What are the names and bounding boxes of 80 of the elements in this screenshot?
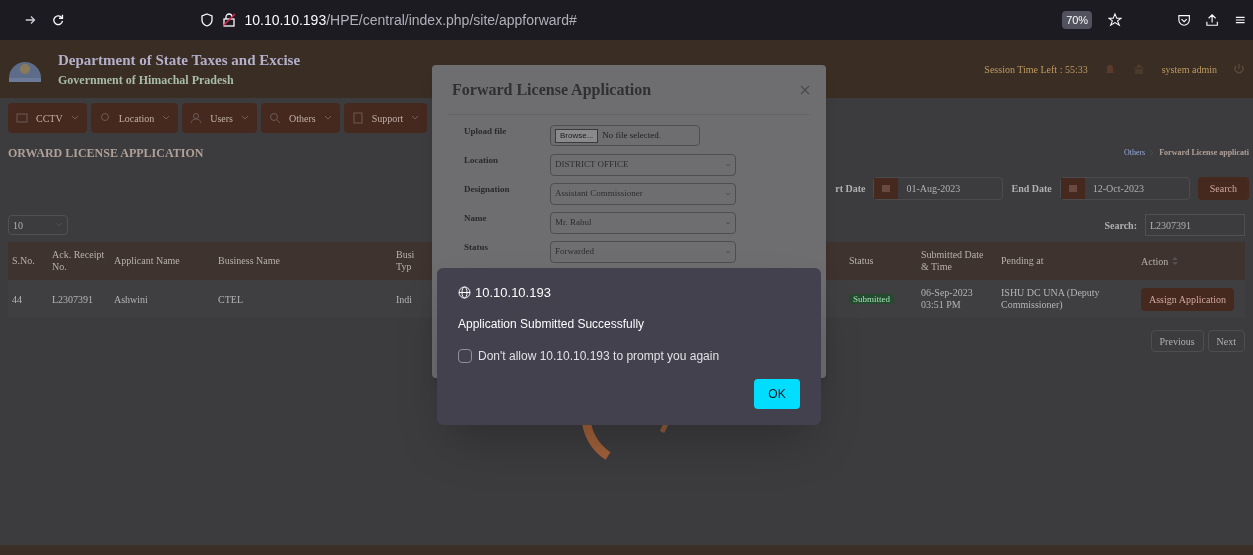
chevron-down-icon (725, 249, 731, 255)
pocket-icon[interactable] (1178, 13, 1191, 27)
column-header[interactable]: S.No. (8, 254, 48, 268)
column-header[interactable]: Applicant Name (110, 254, 214, 268)
chevron-down-icon (323, 114, 332, 122)
status-badge: Submitted (849, 294, 894, 305)
table-cell-text: L2307391 (51, 292, 95, 307)
column-header[interactable]: Submitted Date & Time (917, 248, 997, 274)
table-cell-text: CTEL (217, 292, 244, 307)
alert-origin: 10.10.10.193 (475, 284, 551, 302)
chevron-down-icon (725, 191, 731, 197)
checkbox-label[interactable]: Don't allow 10.10.10.193 to prompt you again (478, 346, 720, 365)
table-cell-text: 44 (11, 292, 23, 307)
field-label: Name (464, 212, 488, 225)
menu-icon[interactable] (1234, 14, 1245, 26)
date-field[interactable]: 12-Oct-2023 (1059, 176, 1190, 200)
search-label: Search: (1104, 218, 1137, 233)
address-bar-url[interactable]: 10.10.10.193/HPE/central/index.php/site/appforward# (244, 9, 577, 31)
alert-message: Application Submitted Successfully (458, 315, 646, 333)
star-icon[interactable] (1108, 12, 1123, 28)
search-icon (269, 112, 281, 124)
field-label: Designation (464, 183, 511, 196)
checkbox[interactable] (458, 348, 472, 363)
nav-menu-button[interactable]: Users (182, 103, 257, 133)
nav-menu-button[interactable]: CCTV (8, 103, 87, 133)
column-header[interactable]: Status (845, 254, 917, 268)
field-label: Upload file (464, 125, 508, 138)
table-cell-text: Ashwini (113, 292, 149, 307)
chevron-down-icon (411, 114, 420, 122)
chevron-down-icon (241, 114, 249, 122)
forward-arrow-icon[interactable] (24, 13, 37, 27)
modal-title: Forward License Application (452, 79, 652, 101)
globe-icon (458, 286, 471, 300)
pagination-button[interactable]: Previous (1150, 330, 1204, 352)
session-timer: Session Time Left : 55:33 (984, 62, 1088, 77)
zoom-level-badge[interactable]: 70% (1062, 10, 1093, 30)
users-icon (190, 112, 203, 124)
column-header[interactable]: Busi Typ (392, 248, 432, 274)
table-cell-text: ISHU DC UNA (Deputy Commissioner) (1000, 286, 1101, 312)
breadcrumb-link[interactable]: Others (1123, 147, 1146, 159)
page-length-select[interactable]: 10 (8, 215, 68, 235)
page-title: ORWARD LICENSE APPLICATION (8, 145, 204, 162)
column-header[interactable]: Action (1141, 253, 1169, 269)
shield-icon[interactable] (200, 13, 215, 27)
date-label: End Date (1011, 181, 1052, 196)
field-label: Status (464, 241, 489, 254)
column-header[interactable]: Ack. Receipt No. (48, 248, 110, 274)
nav-menu-button[interactable]: Location (90, 103, 179, 133)
pagination-button[interactable]: Next (1207, 330, 1245, 352)
chevron-down-icon (162, 114, 171, 122)
calendar-icon (1067, 183, 1078, 193)
file-upload-field[interactable]: Browse... No file selected. (550, 125, 700, 146)
chevron-down-icon (725, 162, 731, 168)
assign-application-button[interactable]: Assign Application (1141, 287, 1234, 311)
nav-menu-button[interactable]: Support (343, 103, 428, 133)
lock-warning-icon[interactable] (222, 13, 237, 27)
share-icon[interactable] (1206, 13, 1219, 27)
browse-button[interactable]: Browse... (555, 128, 599, 143)
user-name[interactable]: system admin (1161, 61, 1217, 77)
nav-menu-button[interactable]: Others (261, 103, 340, 133)
search-button[interactable]: Search (1197, 176, 1249, 200)
column-header[interactable]: Pending at (997, 254, 1137, 268)
file-name-text: No file selected. (602, 128, 662, 142)
column-header[interactable]: Business Name (214, 254, 392, 268)
table-cell-text: 06-Sep-2023 03:51 PM (920, 286, 974, 312)
reload-icon[interactable] (52, 13, 65, 27)
document-icon (351, 112, 364, 124)
search-field[interactable]: L2307391 (1145, 214, 1245, 236)
chevron-down-icon (725, 220, 731, 226)
ok-button[interactable]: OK (754, 378, 800, 409)
date-field[interactable]: 01-Aug-2023 (873, 176, 1004, 200)
field-label: Location (464, 154, 499, 167)
date-label: rt Date (835, 181, 866, 196)
site-title: Department of State Taxes and Excise (58, 50, 301, 70)
chevron-down-icon (70, 114, 79, 122)
breadcrumb-current: Forward License applicati (1159, 147, 1249, 159)
calendar-icon (881, 183, 892, 193)
monitor-icon (16, 112, 28, 124)
table-cell-text: Indi (395, 292, 414, 307)
site-subtitle: Government of Himachal Pradesh (58, 72, 235, 90)
